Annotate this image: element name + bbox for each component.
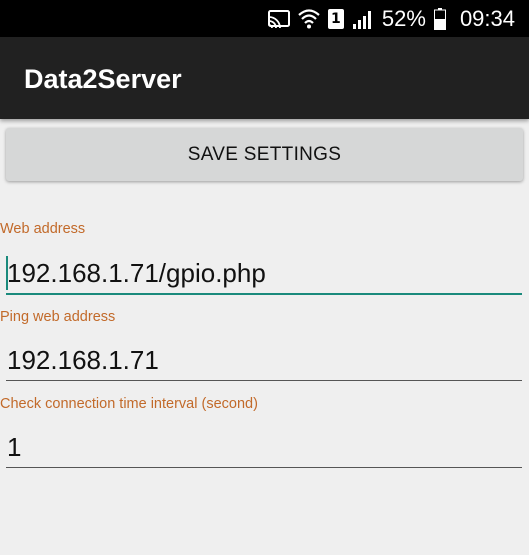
ping-web-address-label: Ping web address (0, 309, 116, 325)
web-address-label: Web address (0, 221, 86, 237)
battery-icon (433, 7, 446, 30)
app-title: Data2Server (24, 64, 182, 94)
wifi-icon (298, 8, 320, 29)
ping-web-address-underline (6, 380, 522, 381)
sim-1-icon: 1 (327, 8, 344, 29)
ping-web-address-input[interactable]: 192.168.1.71 (6, 341, 523, 379)
cellular-signal-icon (352, 9, 374, 29)
web-address-input[interactable]: 192.168.1.71/gpio.php (6, 254, 523, 292)
status-bar: 1 52% 09:34 (0, 0, 529, 37)
check-interval-underline (6, 467, 522, 468)
status-icons: 1 52% 09:34 (267, 0, 515, 37)
check-interval-input[interactable]: 1 (6, 428, 523, 466)
screen: 1 52% 09:34 Data2Server SAVE SETTINGS We… (0, 0, 529, 555)
battery-percentage: 52% (381, 6, 426, 31)
check-interval-label: Check connection time interval (second) (0, 396, 258, 412)
action-bar: Data2Server (0, 37, 529, 119)
status-clock: 09:34 (459, 6, 515, 31)
save-settings-button[interactable]: SAVE SETTINGS (6, 128, 523, 181)
web-address-underline (6, 293, 522, 295)
cast-icon (267, 9, 290, 28)
